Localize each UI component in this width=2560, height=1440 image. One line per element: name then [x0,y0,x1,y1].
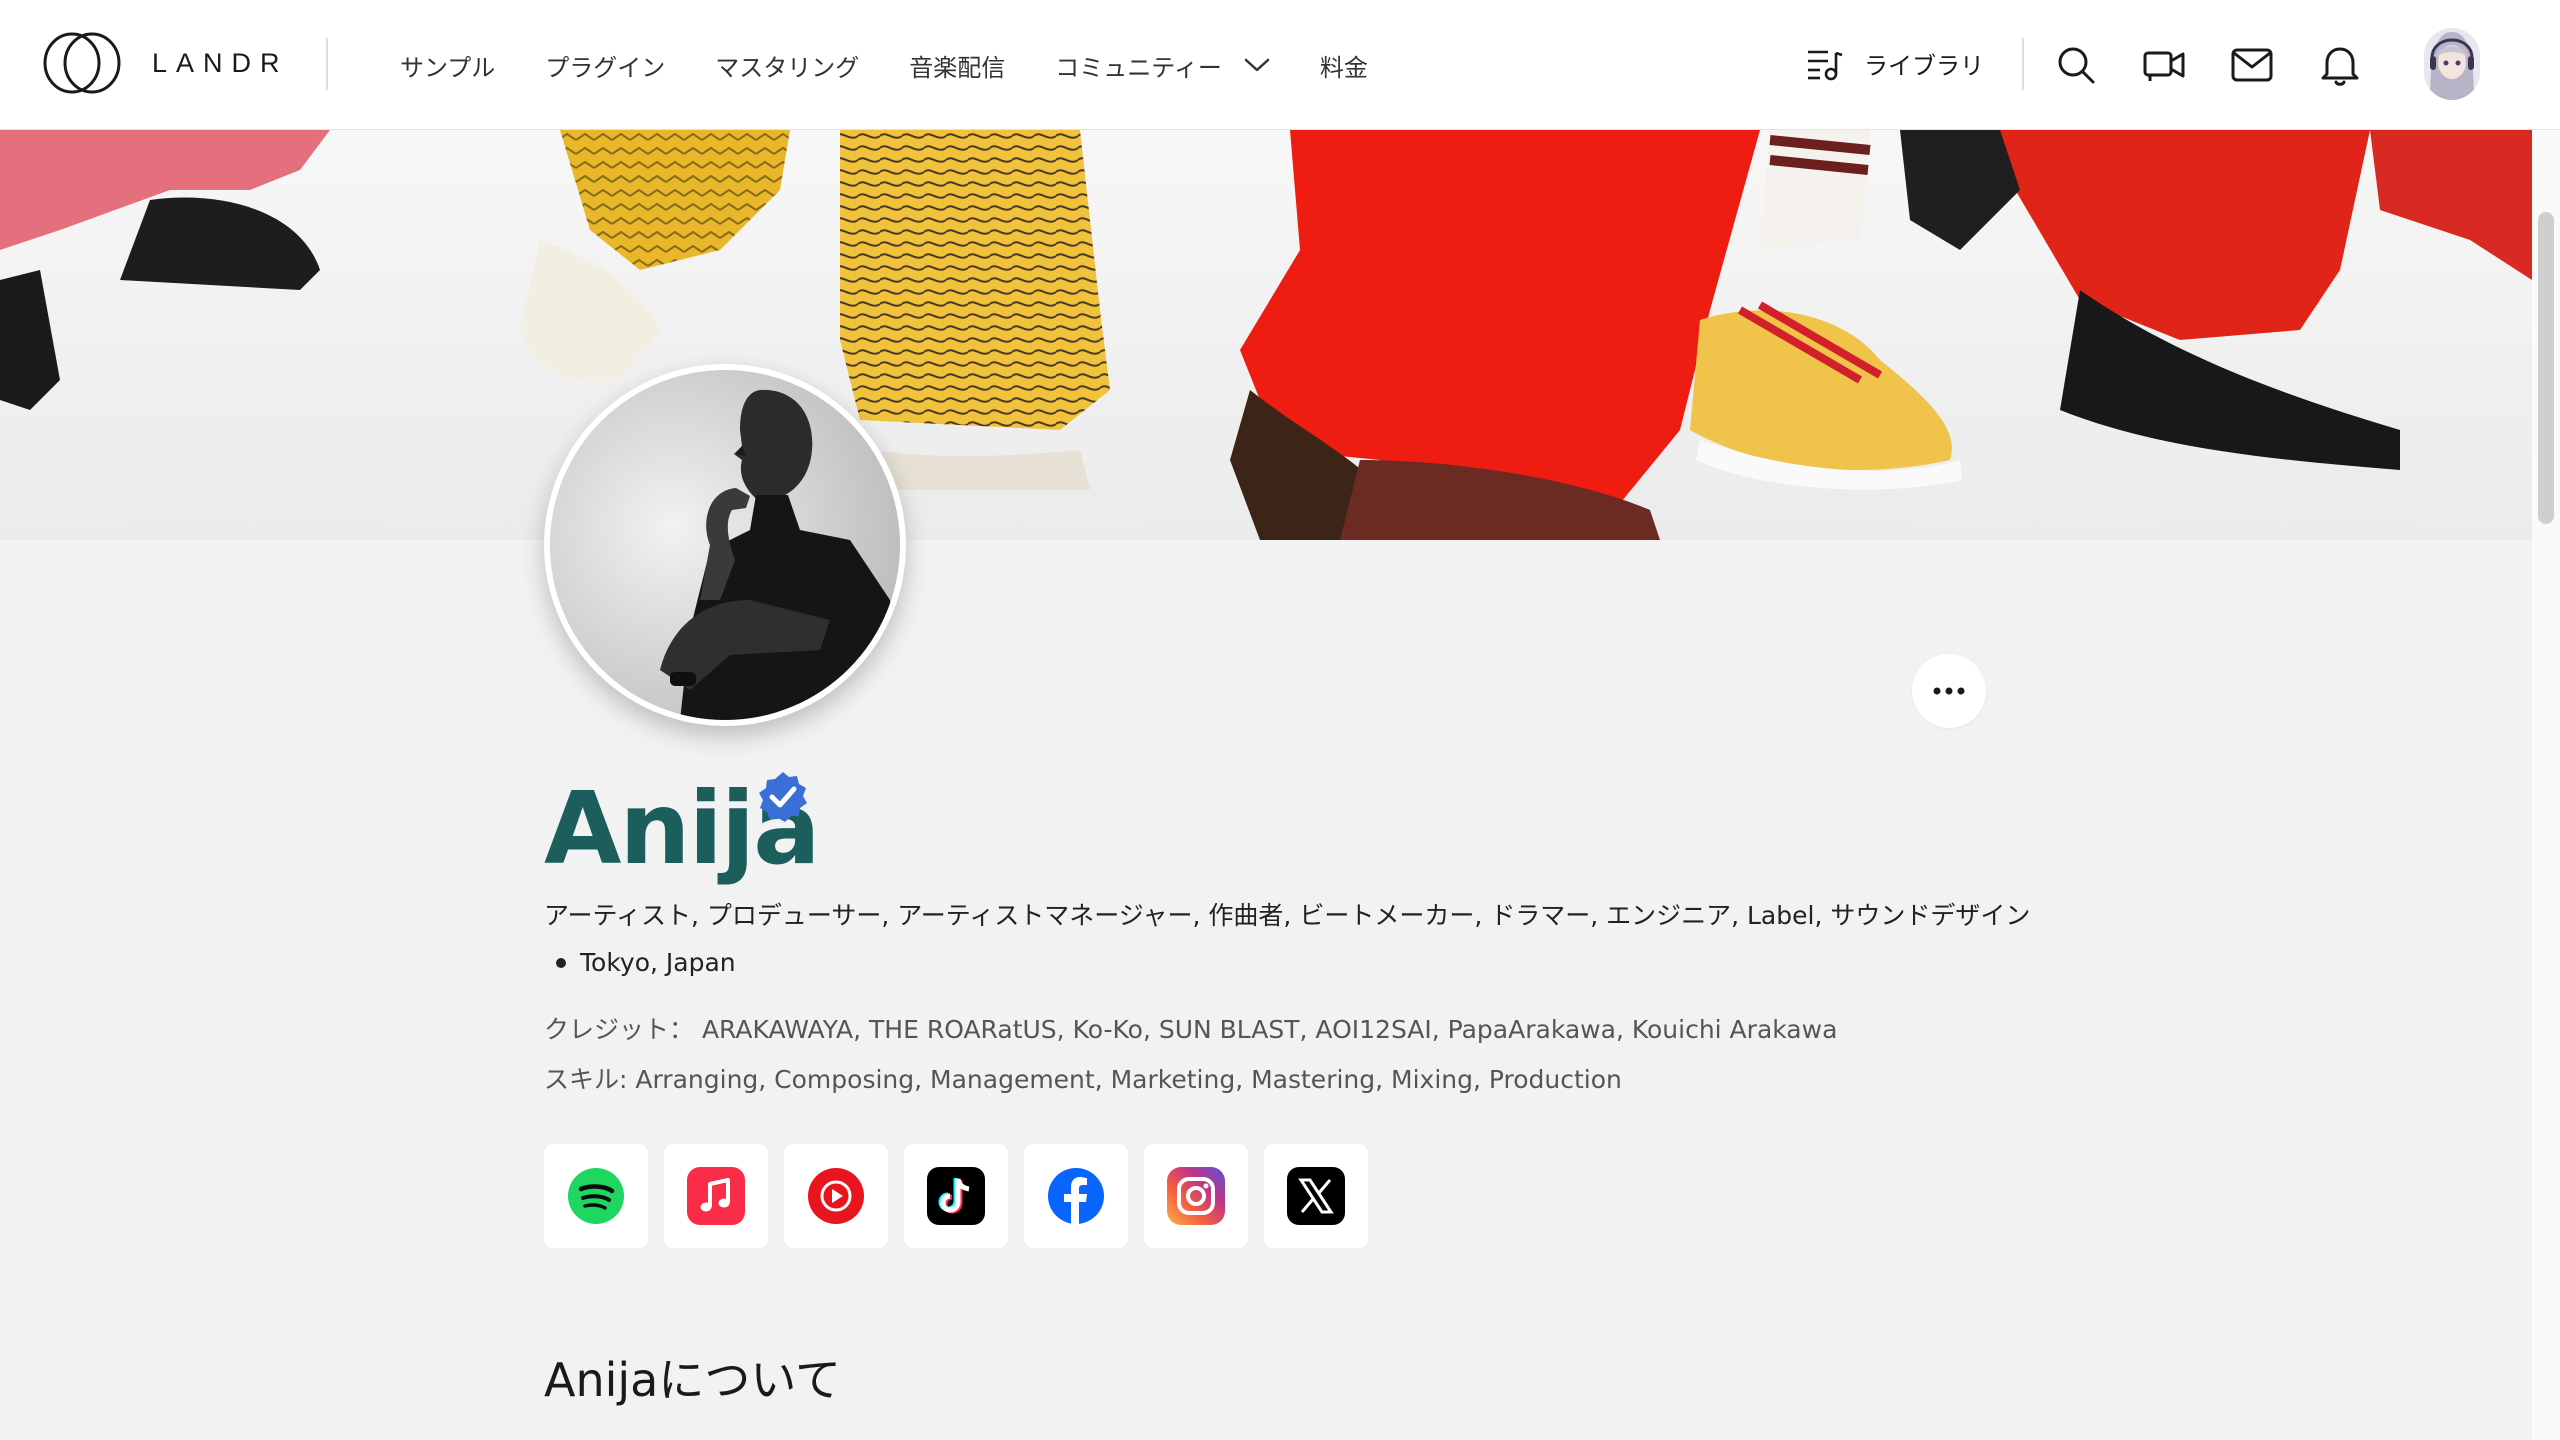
instagram-icon [1167,1167,1225,1225]
profile-roles: アーティスト, プロデューサー, アーティストマネージャー, 作曲者, ビートメ… [544,901,2031,930]
about-heading: Anijaについて [544,1353,841,1407]
user-avatar[interactable] [2424,28,2480,100]
facebook-link[interactable] [1024,1144,1128,1248]
video-icon[interactable] [2142,43,2186,87]
chevron-down-icon [1244,58,1270,72]
tools-divider [2022,38,2024,90]
ellipsis-icon [1933,687,1965,695]
apple-music-icon [687,1167,745,1225]
profile-avatar [544,364,906,726]
apple-music-link[interactable] [664,1144,768,1248]
page-scrollbar-thumb[interactable] [2538,212,2554,524]
nav-pricing[interactable]: 料金 [1320,48,1368,83]
search-icon[interactable] [2054,43,2098,87]
profile-location: Tokyo, Japan [556,948,736,977]
more-options-button[interactable] [1912,654,1986,728]
banner-image [0,130,2532,540]
verified-badge-icon [759,772,807,822]
profile-photo [550,370,900,720]
youtube-music-link[interactable] [784,1144,888,1248]
profile-banner [0,130,2532,540]
instagram-link[interactable] [1144,1144,1248,1248]
landr-logo-icon [43,32,121,94]
top-navigation: LANDR サンプル プラグイン マスタリング 音楽配信 コミュニティー 料金 … [0,0,2560,130]
tiktok-icon [927,1167,985,1225]
profile-credits: クレジット： ARAKAWAYA, THE ROARatUS, Ko-Ko, S… [544,1015,1838,1044]
main-nav: サンプル プラグイン マスタリング 音楽配信 コミュニティー 料金 [400,0,1418,130]
mail-icon[interactable] [2230,43,2274,87]
nav-mastering[interactable]: マスタリング [715,48,859,83]
spotify-icon [568,1168,624,1224]
brand-logo-link[interactable]: LANDR [42,30,289,96]
location-bullet [556,957,566,968]
location-text: Tokyo, Japan [580,948,736,977]
nav-plugins[interactable]: プラグイン [545,48,665,83]
social-links [544,1144,1384,1248]
facebook-icon [1048,1168,1104,1224]
user-avatar-image [2424,28,2480,100]
youtube-music-icon [808,1168,864,1224]
nav-divider [326,38,328,90]
nav-distribution[interactable]: 音楽配信 [909,48,1005,83]
brand-name: LANDR [152,47,289,78]
nav-community[interactable]: コミュニティー [1055,48,1270,83]
x-icon [1287,1167,1345,1225]
profile-skills: スキル: Arranging, Composing, Management, M… [544,1065,1622,1094]
library-icon [1808,50,1843,80]
library-button[interactable]: ライブラリ [1806,46,1984,81]
nav-samples[interactable]: サンプル [400,48,495,83]
nav-community-label: コミュニティー [1055,53,1222,82]
bell-icon[interactable] [2318,43,2362,87]
spotify-link[interactable] [544,1144,648,1248]
tiktok-link[interactable] [904,1144,1008,1248]
x-link[interactable] [1264,1144,1368,1248]
library-label: ライブラリ [1864,52,1984,80]
